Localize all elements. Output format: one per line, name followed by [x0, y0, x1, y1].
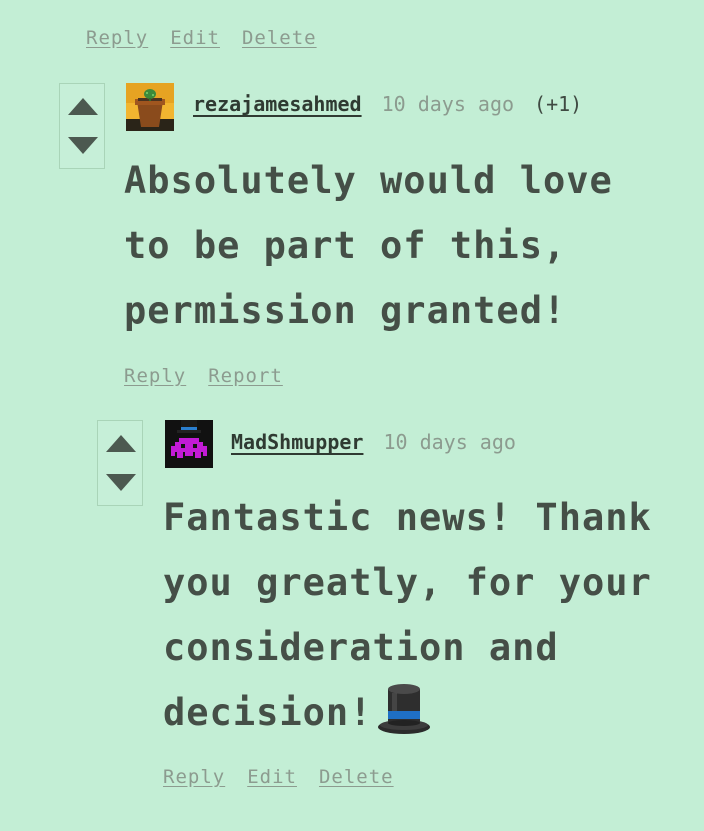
top-hat-icon	[378, 684, 431, 734]
comment-meta: MadShmupper 10 days ago	[231, 430, 516, 454]
upvote-arrow-icon[interactable]	[106, 435, 136, 452]
avatar[interactable]	[165, 420, 213, 468]
avatar[interactable]	[126, 83, 174, 131]
edit-link[interactable]: Edit	[247, 766, 297, 788]
plant-pot-icon	[126, 83, 174, 131]
upvote-arrow-icon[interactable]	[68, 98, 98, 115]
comment-body: Fantastic news! Thank you greatly, for y…	[163, 485, 698, 745]
parent-comment-actions: Reply Edit Delete	[86, 27, 317, 49]
delete-link[interactable]: Delete	[319, 766, 394, 788]
timestamp: 10 days ago	[381, 92, 515, 116]
vote-widget	[97, 420, 143, 506]
reply-link[interactable]: Reply	[163, 766, 225, 788]
delete-link[interactable]: Delete	[242, 27, 317, 49]
edit-link[interactable]: Edit	[170, 27, 220, 49]
vote-widget	[59, 83, 105, 169]
score-badge: (+1)	[534, 92, 583, 116]
reply-link[interactable]: Reply	[124, 365, 186, 387]
comment-body: Absolutely would love to be part of this…	[124, 159, 613, 332]
pixel-invader-top-hat-icon	[165, 420, 213, 468]
reply-link[interactable]: Reply	[86, 27, 148, 49]
report-link[interactable]: Report	[208, 365, 283, 387]
comment-actions: Reply Edit Delete	[163, 766, 394, 788]
username-link[interactable]: MadShmupper	[231, 430, 363, 454]
downvote-arrow-icon[interactable]	[106, 474, 136, 491]
comment-actions: Reply Report	[124, 365, 283, 387]
username-link[interactable]: rezajamesahmed	[193, 92, 362, 116]
comment-meta: rezajamesahmed 10 days ago (+1)	[193, 92, 582, 116]
timestamp: 10 days ago	[383, 430, 516, 454]
downvote-arrow-icon[interactable]	[68, 137, 98, 154]
